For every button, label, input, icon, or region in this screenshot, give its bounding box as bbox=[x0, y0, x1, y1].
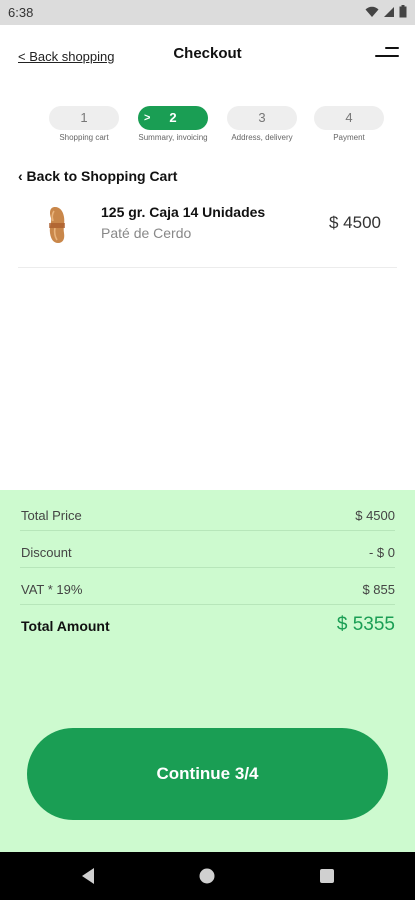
status-bar: 6:38 bbox=[0, 0, 415, 25]
step-3[interactable]: 3 Address, delivery bbox=[227, 106, 297, 142]
step-caption: Address, delivery bbox=[231, 133, 293, 142]
summary-value: - $ 0 bbox=[368, 545, 395, 560]
step-2[interactable]: >2 Summary, invoicing bbox=[138, 106, 208, 142]
summary-label: Discount bbox=[21, 545, 72, 560]
product-name: 125 gr. Caja 14 Unidades bbox=[101, 204, 266, 220]
recents-icon[interactable] bbox=[303, 852, 351, 900]
back-icon[interactable] bbox=[64, 852, 112, 900]
step-number: 3 bbox=[258, 110, 266, 125]
step-number: 4 bbox=[345, 110, 353, 125]
top-bar: < Back shopping Checkout bbox=[0, 25, 415, 85]
checkout-stepper: 1 Shopping cart >2 Summary, invoicing 3 … bbox=[0, 106, 415, 146]
signal-icon bbox=[384, 6, 394, 17]
summary-value: $ 855 bbox=[362, 582, 395, 597]
summary-row-vat: VAT * 19% $ 855 bbox=[20, 568, 395, 605]
wifi-icon bbox=[365, 6, 379, 17]
product-thumbnail bbox=[49, 207, 65, 243]
status-time: 6:38 bbox=[8, 5, 34, 20]
total-amount-label: Total Amount bbox=[21, 618, 110, 634]
battery-icon bbox=[399, 5, 407, 18]
summary-label: Total Price bbox=[21, 508, 82, 523]
summary-label: VAT * 19% bbox=[21, 582, 83, 597]
step-number: 1 bbox=[80, 110, 88, 125]
product-price: $ 4500 bbox=[329, 213, 381, 232]
continue-button[interactable]: Continue 3/4 bbox=[27, 728, 388, 820]
step-caption: Summary, invoicing bbox=[138, 133, 208, 142]
step-number: 2 bbox=[169, 110, 177, 125]
step-caption: Shopping cart bbox=[59, 133, 109, 142]
home-icon[interactable] bbox=[183, 852, 231, 900]
menu-icon[interactable] bbox=[375, 45, 399, 61]
step-caption: Payment bbox=[333, 133, 365, 142]
system-nav-bar bbox=[0, 852, 415, 900]
summary-row-total-price: Total Price $ 4500 bbox=[20, 494, 395, 531]
step-4[interactable]: 4 Payment bbox=[314, 106, 384, 142]
order-summary: Total Price $ 4500 Discount - $ 0 VAT * … bbox=[0, 490, 415, 852]
cart-item: 125 gr. Caja 14 Unidades Paté de Cerdo $… bbox=[18, 190, 397, 268]
back-to-cart-link[interactable]: ‹ Back to Shopping Cart bbox=[18, 168, 177, 184]
system-icons bbox=[365, 5, 407, 18]
summary-row-discount: Discount - $ 0 bbox=[20, 531, 395, 568]
chevron-right-icon: > bbox=[144, 112, 151, 124]
summary-value: $ 4500 bbox=[355, 508, 395, 523]
step-1[interactable]: 1 Shopping cart bbox=[49, 106, 119, 142]
product-subtitle: Paté de Cerdo bbox=[101, 225, 192, 241]
back-shopping-link[interactable]: < Back shopping bbox=[18, 49, 114, 64]
total-amount-value: $ 5355 bbox=[336, 614, 395, 635]
